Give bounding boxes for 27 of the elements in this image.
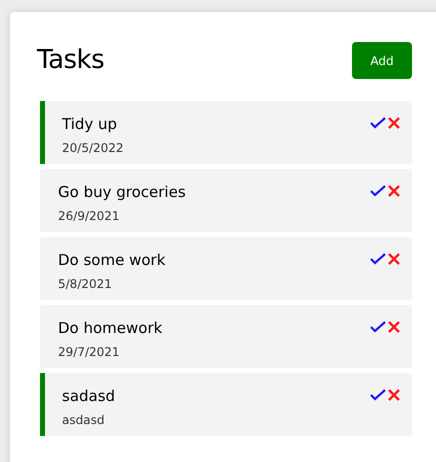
task-date: 26/9/2021 [58,208,121,224]
check-icon[interactable] [370,253,386,265]
task-title: Do some work [58,250,166,271]
task-date: 20/5/2022 [62,140,124,156]
task-item[interactable]: sadasd asdasd [40,373,412,436]
close-icon[interactable] [388,185,400,197]
task-date: asdasd [62,412,106,428]
task-title: Go buy groceries [58,182,186,203]
add-button[interactable]: Add [352,42,412,79]
page-title: Tasks [37,44,104,77]
close-icon[interactable] [388,321,400,333]
task-title: Tidy up [62,114,118,135]
close-icon[interactable] [388,117,400,129]
task-date: 5/8/2021 [58,276,113,292]
close-icon[interactable] [388,389,400,401]
task-item[interactable]: Tidy up 20/5/2022 [40,101,412,164]
check-icon[interactable] [370,389,386,401]
task-item[interactable]: Do homework 29/7/2021 [40,305,412,368]
close-icon[interactable] [388,253,400,265]
check-icon[interactable] [370,185,386,197]
task-title: Do homework [58,318,162,339]
task-item[interactable]: Go buy groceries 26/9/2021 [40,169,412,232]
check-icon[interactable] [370,321,386,333]
task-item[interactable]: Do some work 5/8/2021 [40,237,412,300]
task-title: sadasd [62,386,116,407]
task-date: 29/7/2021 [58,344,121,360]
check-icon[interactable] [370,117,386,129]
